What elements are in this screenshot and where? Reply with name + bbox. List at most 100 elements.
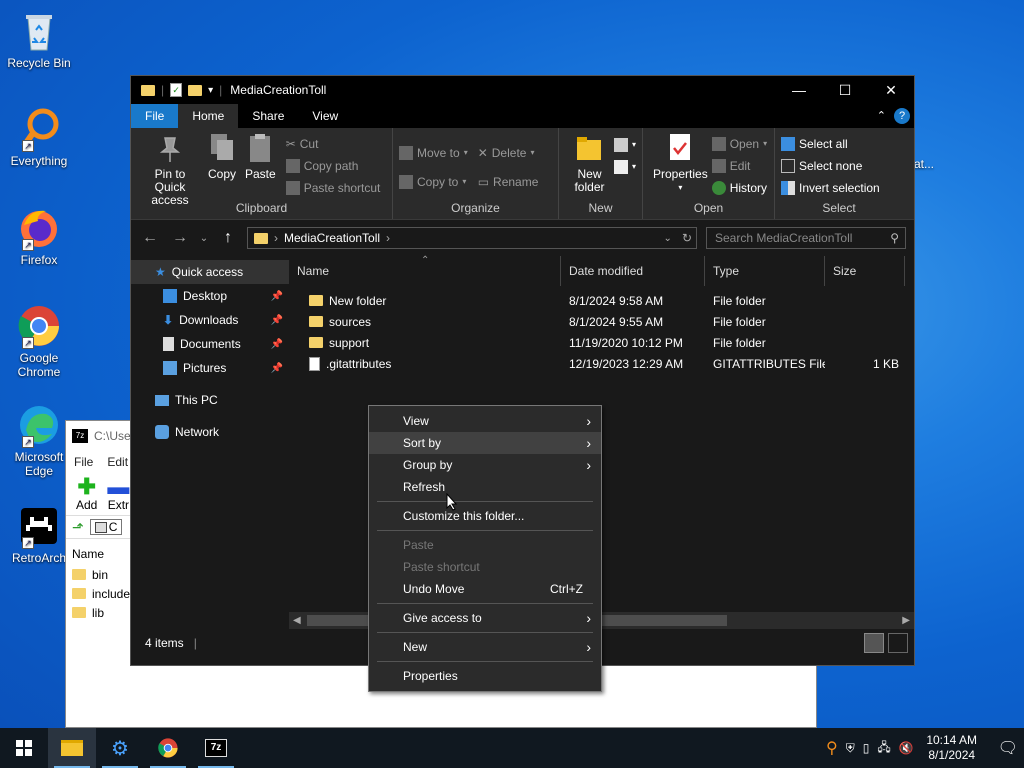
taskbar-chrome[interactable]: [144, 728, 192, 768]
nav-item-this-pc[interactable]: This PC: [131, 388, 289, 412]
nav-item-quick-access[interactable]: ★ Quick access: [131, 260, 289, 284]
select-all-button[interactable]: Select all: [781, 135, 880, 152]
menu-item-shortcut: Ctrl+Z: [550, 582, 583, 596]
tab-view[interactable]: View: [298, 104, 352, 128]
menu-item-customize-folder[interactable]: Customize this folder...: [369, 505, 601, 527]
sevenzip-add-button[interactable]: ✚ Add: [76, 476, 97, 513]
easy-access-button[interactable]: ▾: [613, 158, 636, 175]
history-button[interactable]: History: [711, 179, 768, 196]
properties-icon[interactable]: ✓: [170, 83, 183, 97]
menu-item-view[interactable]: View ›: [369, 410, 601, 432]
volume-muted-icon[interactable]: 🔇: [899, 741, 914, 755]
scroll-right-icon[interactable]: ▶: [902, 615, 910, 626]
desktop-icon-edge[interactable]: ↗ Microsoft Edge: [6, 402, 72, 478]
desktop-icon-retroarch[interactable]: ↗ RetroArch: [6, 503, 72, 565]
invert-selection-button[interactable]: Invert selection: [781, 179, 880, 196]
up-folder-icon[interactable]: ⬏: [72, 519, 84, 536]
back-arrow-icon[interactable]: ←: [139, 229, 161, 247]
taskbar-file-explorer[interactable]: [48, 728, 96, 768]
sevenzip-path-text: C: [108, 520, 118, 534]
file-row[interactable]: New folder 8/1/2024 9:58 AM File folder: [289, 290, 914, 311]
new-folder-icon[interactable]: [188, 84, 203, 96]
menu-item-properties[interactable]: Properties: [369, 665, 601, 687]
scroll-left-icon[interactable]: ◀: [293, 615, 301, 626]
tab-share[interactable]: Share: [238, 104, 298, 128]
nav-item-downloads[interactable]: ⬇ Downloads 📌: [131, 308, 289, 332]
collapse-ribbon-icon[interactable]: ⌃: [877, 104, 886, 128]
recent-locations-icon[interactable]: ⌄: [199, 233, 209, 244]
column-type[interactable]: Type: [705, 256, 825, 286]
details-view-icon[interactable]: [864, 633, 884, 653]
open-button[interactable]: Open ▾: [711, 135, 767, 152]
menu-item-give-access[interactable]: Give access to ›: [369, 607, 601, 629]
copy-to-button[interactable]: Copy to ▾: [399, 173, 468, 190]
clock[interactable]: 10:14 AM 8/1/2024: [922, 733, 982, 763]
edit-button[interactable]: Edit: [711, 157, 767, 174]
up-arrow-icon[interactable]: ↑: [217, 229, 239, 247]
cut-button[interactable]: ✂ Cut: [286, 135, 381, 152]
desktop-icon-recycle-bin[interactable]: Recycle Bin: [6, 8, 72, 70]
close-button[interactable]: ✕: [868, 76, 914, 104]
new-item-button[interactable]: ▾: [613, 136, 636, 153]
history-label: History: [729, 180, 768, 195]
menu-item-label: Paste: [403, 538, 434, 552]
refresh-icon[interactable]: ↻: [678, 231, 696, 245]
column-size[interactable]: Size: [825, 256, 905, 286]
desktop-icon-everything[interactable]: ↗ Everything: [6, 106, 72, 168]
column-date[interactable]: Date modified: [561, 256, 705, 286]
nav-item-network[interactable]: Network: [131, 420, 289, 444]
large-icons-view-icon[interactable]: [888, 633, 908, 653]
breadcrumb-chevron-icon[interactable]: ›: [386, 231, 390, 245]
menu-item-undo-move[interactable]: Undo Move Ctrl+Z: [369, 578, 601, 600]
address-bar[interactable]: › MediaCreationToll › ⌄ ↻: [247, 227, 697, 249]
file-row[interactable]: .gitattributes 12/19/2023 12:29 AM GITAT…: [289, 353, 914, 374]
nav-item-documents[interactable]: Documents 📌: [131, 332, 289, 356]
tab-file[interactable]: File: [131, 104, 179, 128]
menu-item-label: Group by: [403, 458, 453, 472]
minimize-button[interactable]: —: [776, 76, 822, 104]
file-row[interactable]: support 11/19/2020 10:12 PM File folder: [289, 332, 914, 353]
open-group: Properties ▾ Open ▾ Edit History Open: [643, 128, 775, 219]
desktop-icon-chrome[interactable]: ↗ Google Chrome: [6, 303, 72, 379]
maximize-button[interactable]: ☐: [822, 76, 868, 104]
sevenzip-extract-button[interactable]: ▬ Extr: [107, 476, 129, 513]
tab-home[interactable]: Home: [178, 104, 239, 128]
start-button[interactable]: [0, 728, 48, 768]
breadcrumb-current[interactable]: MediaCreationToll: [284, 231, 380, 245]
desktop-icon-label: Microsoft Edge: [14, 450, 64, 478]
menu-item-refresh[interactable]: Refresh: [369, 476, 601, 498]
new-folder-icon: [574, 132, 604, 164]
open-label: Open: [729, 136, 760, 151]
sevenzip-menu-edit[interactable]: Edit: [107, 455, 128, 469]
notification-icon[interactable]: 🗨: [990, 738, 1018, 758]
rename-button[interactable]: ▭ Rename: [478, 173, 539, 190]
defender-icon[interactable]: ⛨: [846, 741, 855, 756]
taskbar-app[interactable]: ⚙: [96, 728, 144, 768]
taskbar-7zip[interactable]: 7z: [192, 728, 240, 768]
customize-dropdown-icon[interactable]: ▾: [208, 85, 213, 96]
delete-button[interactable]: ✕ Delete ▾: [478, 144, 539, 161]
address-dropdown-icon[interactable]: ⌄: [664, 233, 672, 244]
select-none-button[interactable]: Select none: [781, 157, 880, 174]
network-tray-icon[interactable]: 🖧: [877, 738, 890, 759]
forward-arrow-icon[interactable]: →: [169, 229, 191, 247]
menu-item-new[interactable]: New ›: [369, 636, 601, 658]
sevenzip-menu-file[interactable]: File: [74, 455, 93, 469]
paste-shortcut-button[interactable]: Paste shortcut: [285, 179, 380, 196]
sevenzip-row-name: lib: [92, 605, 105, 620]
file-date: 8/1/2024 9:55 AM: [569, 314, 664, 329]
move-to-button[interactable]: Move to ▾: [399, 144, 468, 161]
help-icon[interactable]: ?: [894, 108, 910, 124]
everything-tray-icon[interactable]: ⚲: [826, 738, 838, 758]
menu-item-group-by[interactable]: Group by ›: [369, 454, 601, 476]
copy-path-button[interactable]: Copy path: [285, 157, 381, 174]
menu-item-sort-by[interactable]: Sort by ›: [369, 432, 601, 454]
file-row[interactable]: sources 8/1/2024 9:55 AM File folder: [289, 311, 914, 332]
search-box[interactable]: Search MediaCreationToll ⚲: [706, 227, 906, 249]
nav-item-pictures[interactable]: Pictures 📌: [131, 356, 289, 380]
sevenzip-path-box[interactable]: C: [89, 519, 123, 535]
usb-icon[interactable]: ▯: [863, 741, 870, 755]
column-name[interactable]: Name ⌃: [289, 255, 561, 286]
nav-item-desktop[interactable]: Desktop 📌: [131, 284, 289, 308]
desktop-icon-firefox[interactable]: ↗ Firefox: [6, 205, 72, 267]
